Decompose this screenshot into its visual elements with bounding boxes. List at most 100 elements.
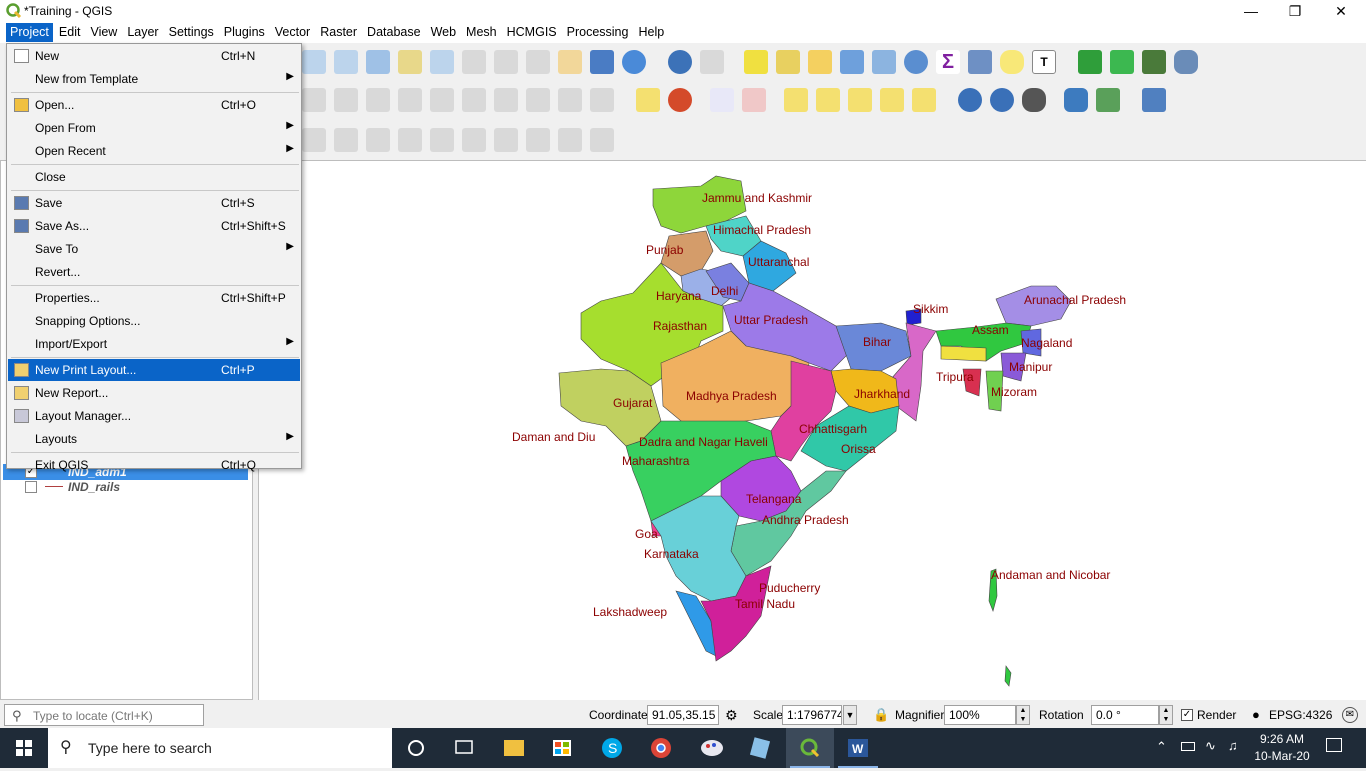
task-view-icon[interactable]	[440, 728, 488, 768]
select-features-icon[interactable]	[744, 50, 768, 74]
menu-raster[interactable]: Raster	[316, 23, 361, 42]
zoom-last-icon[interactable]	[494, 50, 518, 74]
zoom-selection-icon[interactable]	[398, 50, 422, 74]
zoom-native-icon[interactable]	[462, 50, 486, 74]
menu-item-snapping-options[interactable]: Snapping Options...	[8, 310, 300, 332]
paint-icon[interactable]	[688, 728, 736, 768]
attribute-form-icon[interactable]	[776, 50, 800, 74]
merge-attributes-icon[interactable]	[494, 128, 518, 152]
merge-features-icon[interactable]	[462, 128, 486, 152]
georeferencer-icon[interactable]	[1142, 88, 1166, 112]
taskbar-clock[interactable]: 9:26 AM 10-Mar-20	[1252, 731, 1312, 765]
plugin-image-icon[interactable]	[1142, 50, 1166, 74]
menu-edit[interactable]: Edit	[55, 23, 85, 42]
save-edits-icon[interactable]	[302, 88, 326, 112]
globe-add-icon[interactable]	[958, 88, 982, 112]
qgis-taskbar-icon[interactable]	[786, 728, 834, 768]
menu-item-exit-qgis[interactable]: Exit QGIS Ctrl+Q	[8, 454, 300, 476]
map-canvas[interactable]: Jammu and Kashmir Himachal Pradesh Punjab U…	[258, 160, 1366, 700]
menu-web[interactable]: Web	[427, 23, 460, 42]
show-bookmarks-icon[interactable]	[590, 50, 614, 74]
menu-item-open-recent[interactable]: Open Recent ▶	[8, 140, 300, 162]
rotate-label-icon[interactable]	[848, 88, 872, 112]
word-icon[interactable]: W	[834, 728, 882, 768]
zoom-in-icon[interactable]	[302, 50, 326, 74]
simplify-icon[interactable]	[558, 128, 582, 152]
attribute-table-icon[interactable]	[840, 50, 864, 74]
globe-search-icon[interactable]	[990, 88, 1014, 112]
crs-label[interactable]: EPSG:4326	[1269, 708, 1332, 722]
menu-item-new[interactable]: New Ctrl+N	[8, 45, 300, 67]
rotate-symbols-icon[interactable]	[526, 128, 550, 152]
menu-item-layouts[interactable]: Layouts ▶	[8, 428, 300, 450]
messages-icon[interactable]: ✉	[1342, 707, 1358, 723]
file-explorer-icon[interactable]	[490, 728, 538, 768]
scale-field[interactable]: 1:17967748	[782, 705, 842, 725]
start-button[interactable]	[0, 728, 48, 768]
modify-attributes-icon[interactable]	[398, 88, 422, 112]
menu-help[interactable]: Help	[634, 23, 668, 42]
battery-icon[interactable]	[1181, 742, 1195, 751]
menu-processing[interactable]: Processing	[563, 23, 633, 42]
menu-item-save[interactable]: Save Ctrl+S	[8, 192, 300, 214]
menu-mesh[interactable]: Mesh	[462, 23, 501, 42]
menu-item-new-print-layout[interactable]: New Print Layout... Ctrl+P	[8, 359, 300, 381]
menu-item-new-from-template[interactable]: New from Template ▶	[8, 68, 300, 90]
magnifier-spinner-icon[interactable]: ▲ ▼	[1016, 705, 1030, 725]
change-label-icon[interactable]	[880, 88, 904, 112]
magnifier-field[interactable]: 100%	[944, 705, 1016, 725]
highlight-labels-icon[interactable]	[742, 88, 766, 112]
toggle-extents-icon[interactable]: ⚙	[725, 707, 738, 724]
pin-labels-icon[interactable]	[710, 88, 734, 112]
zoom-full-icon[interactable]	[366, 50, 390, 74]
menu-item-layout-manager[interactable]: Layout Manager...	[8, 405, 300, 427]
zoom-next-icon[interactable]	[526, 50, 550, 74]
menu-item-save-to[interactable]: Save To ▶	[8, 238, 300, 260]
menu-item-close[interactable]: Close	[8, 166, 300, 188]
field-calculator-icon[interactable]	[872, 50, 896, 74]
reshape-icon[interactable]	[334, 128, 358, 152]
cortana-icon[interactable]	[392, 728, 440, 768]
tray-chevron-up-icon[interactable]: ⌃	[1156, 739, 1167, 755]
wifi-icon[interactable]: ∿	[1205, 738, 1216, 754]
coordinate-field[interactable]: 91.05,35.15	[647, 705, 719, 725]
undo-icon[interactable]	[558, 88, 582, 112]
deselect-icon[interactable]	[808, 50, 832, 74]
scale-dropdown-icon[interactable]: ▼	[843, 705, 857, 725]
measure-icon[interactable]	[968, 50, 992, 74]
menu-plugins[interactable]: Plugins	[220, 23, 269, 42]
plugin-download-icon[interactable]	[1078, 50, 1102, 74]
crs-globe-icon[interactable]: ●	[1252, 707, 1260, 722]
cut-features-icon[interactable]	[462, 88, 486, 112]
statistics-sigma-icon[interactable]: Σ	[936, 50, 960, 74]
store-icon[interactable]	[538, 728, 586, 768]
locator-search-input[interactable]: ⚲ Type to locate (Ctrl+K)	[4, 704, 204, 726]
rotation-field[interactable]: 0.0 °	[1091, 705, 1159, 725]
action-icon[interactable]	[700, 50, 724, 74]
move-label-icon[interactable]	[784, 88, 808, 112]
chrome-icon[interactable]	[637, 728, 685, 768]
rotate-feature-icon[interactable]	[590, 128, 614, 152]
label-abc-icon[interactable]	[636, 88, 660, 112]
menu-settings[interactable]: Settings	[165, 23, 218, 42]
paste-features-icon[interactable]	[526, 88, 550, 112]
add-feature-icon[interactable]	[334, 88, 358, 112]
menu-project[interactable]: Project	[6, 23, 53, 42]
database-icon[interactable]	[1174, 50, 1198, 74]
label-properties-icon[interactable]	[912, 88, 936, 112]
map-tips-icon[interactable]	[1000, 50, 1024, 74]
delete-selected-icon[interactable]	[430, 88, 454, 112]
menu-vector[interactable]: Vector	[271, 23, 314, 42]
zoom-layer-icon[interactable]	[430, 50, 454, 74]
offset-curve-icon[interactable]	[366, 128, 390, 152]
menu-item-open-from[interactable]: Open From ▶	[8, 117, 300, 139]
menu-view[interactable]: View	[86, 23, 121, 42]
menu-database[interactable]: Database	[363, 23, 425, 42]
diagram-icon[interactable]	[668, 88, 692, 112]
menu-item-import-export[interactable]: Import/Export ▶	[8, 333, 300, 355]
menu-item-open[interactable]: Open... Ctrl+O	[8, 94, 300, 116]
layer-styling-icon[interactable]	[1096, 88, 1120, 112]
skype-icon[interactable]: S	[588, 728, 636, 768]
rotation-spinner-icon[interactable]: ▲ ▼	[1159, 705, 1173, 725]
vertex-tool-icon[interactable]	[366, 88, 390, 112]
